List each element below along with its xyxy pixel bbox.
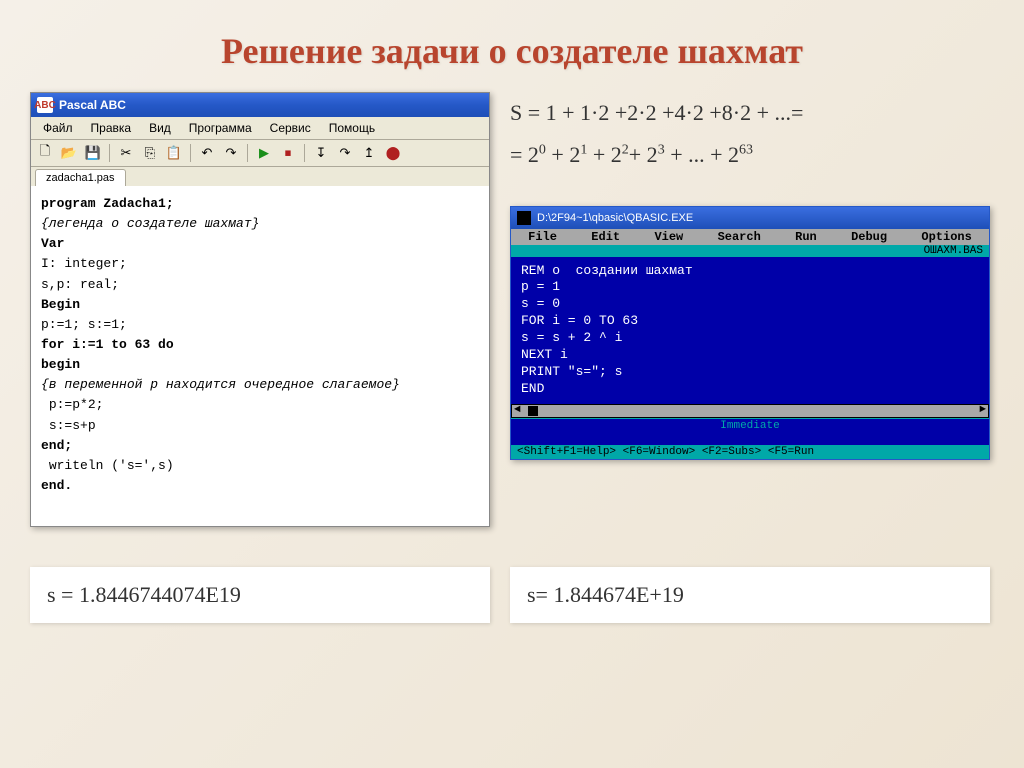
menu-file[interactable]: Файл	[35, 119, 81, 137]
pascal-window: ABC Pascal ABC Файл Правка Вид Программа…	[30, 92, 490, 527]
toolbar-separator	[247, 144, 248, 162]
qb-menu-options[interactable]: Options	[915, 230, 977, 244]
pascal-title-text: Pascal ABC	[59, 98, 126, 112]
menu-edit[interactable]: Правка	[83, 119, 140, 137]
content-area: ABC Pascal ABC Файл Правка Вид Программа…	[0, 82, 1024, 537]
qbasic-titlebar: D:\2F94~1\qbasic\QBASIC.EXE	[511, 207, 989, 229]
cmd-icon	[517, 211, 531, 225]
qb-menu-run[interactable]: Run	[789, 230, 823, 244]
menu-service[interactable]: Сервис	[262, 119, 319, 137]
formula-line1: S = 1 + 1·2 +2·2 +4·2 +8·2 + ...=	[510, 92, 990, 134]
pascal-toolbar: 🗋📂💾✂⎘📋↶↷▶⏹↧↷↥⬤	[31, 140, 489, 167]
qbasic-statusbar: <Shift+F1=Help> <F6=Window> <F2=Subs> <F…	[511, 445, 989, 459]
menu-view[interactable]: Вид	[141, 119, 179, 137]
save-icon[interactable]: 💾	[83, 143, 103, 163]
result-qbasic: s= 1.844674E+19	[510, 567, 990, 623]
qb-menu-edit[interactable]: Edit	[585, 230, 626, 244]
copy-icon[interactable]: ⎘	[140, 143, 160, 163]
qb-menu-search[interactable]: Search	[712, 230, 767, 244]
qbasic-menubar: File Edit View Search Run Debug Options	[511, 229, 989, 245]
run-icon[interactable]: ▶	[254, 143, 274, 163]
result-pascal: s = 1.8446744074E19	[30, 567, 490, 623]
formula-line2: = 20 + 21 + 22+ 23 + ... + 263	[510, 134, 990, 176]
qbasic-immediate-pane[interactable]	[511, 433, 989, 445]
breakpoint-icon[interactable]: ⬤	[383, 143, 403, 163]
menu-program[interactable]: Программа	[181, 119, 260, 137]
toolbar-separator	[109, 144, 110, 162]
qbasic-filename: ОШАХМ.BAS	[511, 245, 989, 257]
qbasic-window: D:\2F94~1\qbasic\QBASIC.EXE File Edit Vi…	[510, 206, 990, 460]
menu-help[interactable]: Помощь	[321, 119, 383, 137]
qbasic-code[interactable]: REM о создании шахмат p = 1 s = 0 FOR i …	[511, 257, 989, 404]
step-over-icon[interactable]: ↷	[335, 143, 355, 163]
step-into-icon[interactable]: ↧	[311, 143, 331, 163]
undo-icon[interactable]: ↶	[197, 143, 217, 163]
pascal-menubar: Файл Правка Вид Программа Сервис Помощь	[31, 117, 489, 140]
formula-block: S = 1 + 1·2 +2·2 +4·2 +8·2 + ...= = 20 +…	[510, 92, 990, 176]
qbasic-immediate-label: Immediate	[511, 418, 989, 433]
paste-icon[interactable]: 📋	[164, 143, 184, 163]
stop-icon[interactable]: ⏹	[278, 143, 298, 163]
pascal-titlebar: ABC Pascal ABC	[31, 93, 489, 117]
cut-icon[interactable]: ✂	[116, 143, 136, 163]
results: s = 1.8446744074E19 s= 1.844674E+19	[0, 557, 1024, 633]
open-icon[interactable]: 📂	[59, 143, 79, 163]
qb-menu-view[interactable]: View	[648, 230, 689, 244]
qbasic-title-text: D:\2F94~1\qbasic\QBASIC.EXE	[537, 212, 693, 224]
pascal-tabs: zadacha1.pas	[31, 167, 489, 186]
qbasic-hscrollbar[interactable]	[511, 404, 989, 418]
new-file-icon[interactable]: 🗋	[35, 143, 55, 163]
step-out-icon[interactable]: ↥	[359, 143, 379, 163]
qb-menu-debug[interactable]: Debug	[845, 230, 893, 244]
toolbar-separator	[190, 144, 191, 162]
redo-icon[interactable]: ↷	[221, 143, 241, 163]
qb-menu-file[interactable]: File	[522, 230, 563, 244]
tab-file[interactable]: zadacha1.pas	[35, 169, 126, 186]
pascal-app-icon: ABC	[37, 97, 53, 113]
pascal-code[interactable]: program Zadacha1;{легенда о создателе ша…	[31, 186, 489, 526]
toolbar-separator	[304, 144, 305, 162]
scroll-thumb[interactable]	[528, 406, 538, 416]
slide-title: Решение задачи о создателе шахмат	[0, 0, 1024, 82]
